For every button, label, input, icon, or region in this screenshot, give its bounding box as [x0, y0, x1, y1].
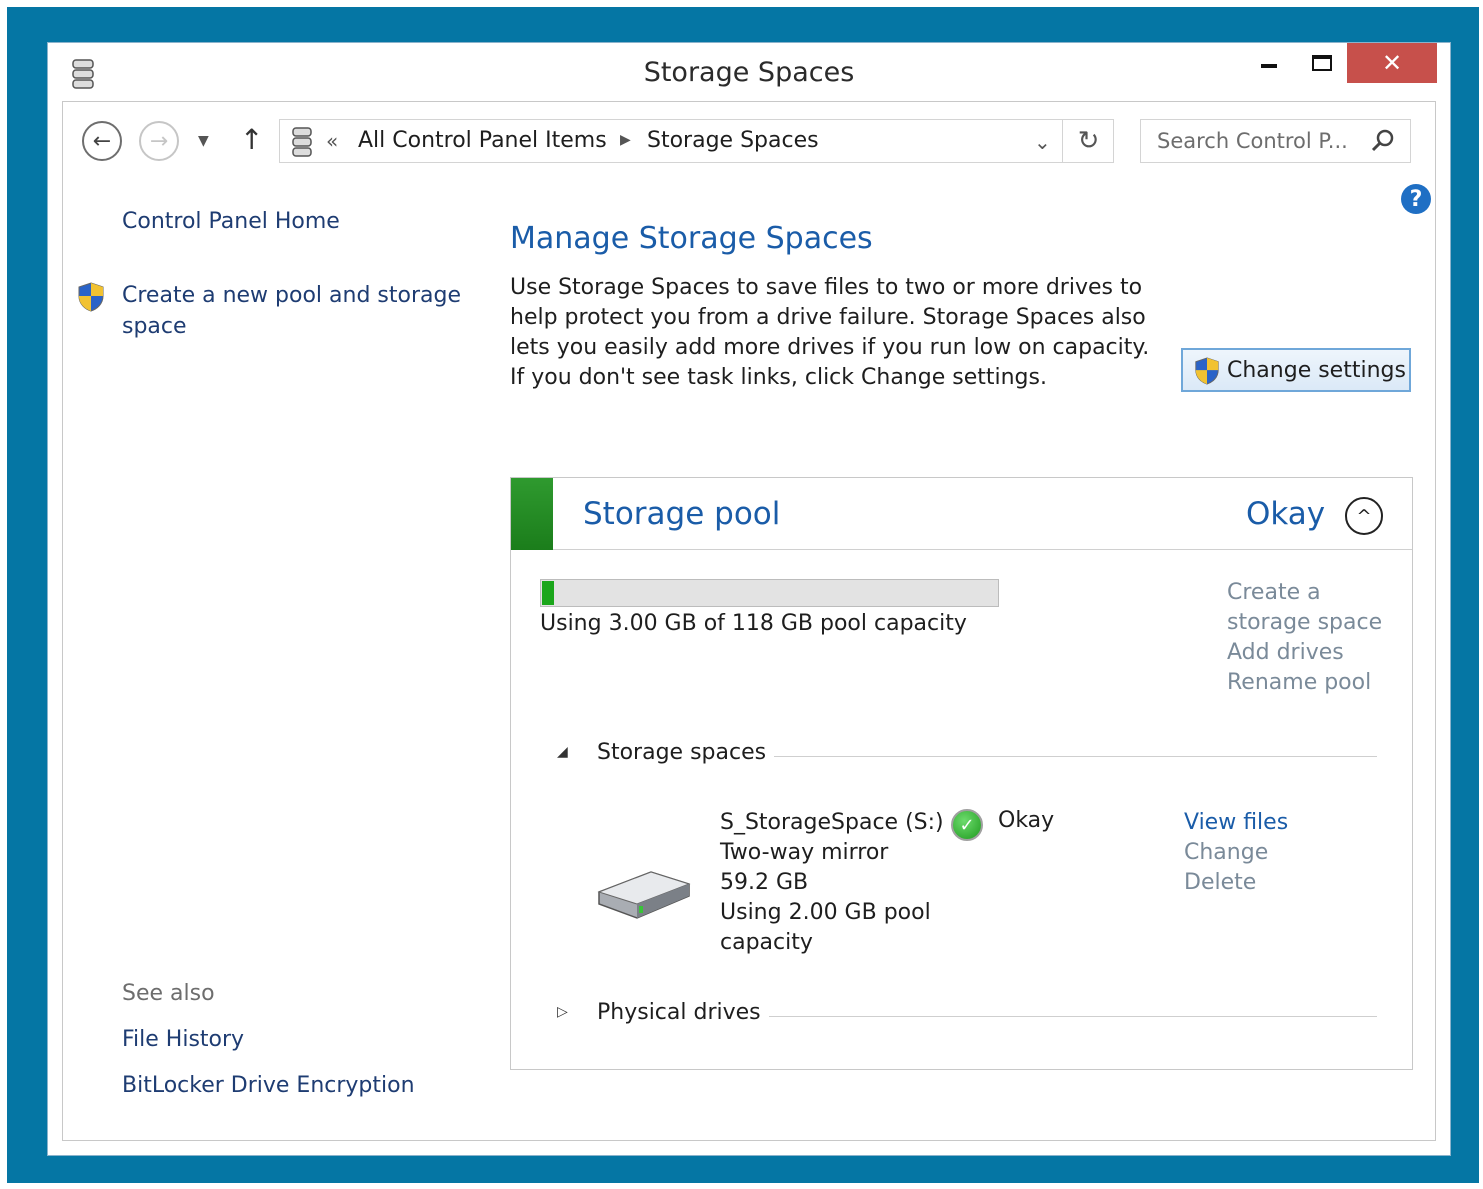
address-bar[interactable]: « All Control Panel Items ▶ Storage Spac… — [279, 119, 1114, 163]
storage-space-usage: Using 2.00 GB pool capacity — [720, 900, 931, 955]
close-button[interactable]: ✕ — [1347, 43, 1437, 83]
change-space-link[interactable]: Change — [1184, 838, 1288, 868]
close-icon: ✕ — [1381, 49, 1403, 77]
file-history-link[interactable]: File History — [122, 1027, 244, 1052]
storage-spaces-section[interactable]: ◢ Storage spaces — [557, 740, 1377, 770]
checkmark-icon: ✓ — [951, 809, 983, 841]
pool-actions: Create a storage space Add drives Rename… — [1227, 578, 1397, 698]
change-settings-button[interactable]: Change settings — [1181, 348, 1411, 392]
search-box[interactable]: Search Control P... — [1140, 119, 1411, 163]
forward-arrow-icon: → — [149, 128, 169, 154]
add-drives-link[interactable]: Add drives — [1227, 638, 1397, 668]
back-arrow-icon: ← — [92, 128, 112, 154]
pool-health-indicator — [511, 478, 553, 550]
uac-shield-icon — [1195, 357, 1219, 385]
storage-space-name: S_StorageSpace (S:) — [720, 810, 944, 835]
collapse-pool-button[interactable]: ^ — [1345, 497, 1383, 535]
recent-locations-dropdown[interactable]: ▼ — [198, 133, 209, 149]
forward-button[interactable]: → — [139, 121, 179, 161]
control-panel-home-link[interactable]: Control Panel Home — [122, 209, 340, 234]
maximize-icon — [1312, 55, 1332, 71]
search-input[interactable]: Search Control P... — [1157, 129, 1348, 153]
storage-space-details: S_StorageSpace (S:) Two-way mirror 59.2 … — [720, 808, 950, 958]
refresh-button[interactable]: ↻ — [1062, 120, 1114, 162]
physical-drives-section-label: Physical drives — [597, 1000, 769, 1025]
section-divider — [757, 1016, 1377, 1017]
create-storage-space-line2: storage space — [1227, 610, 1383, 635]
storage-spaces-window: Storage Spaces ✕ ← → ▼ ↑ « All Control P… — [47, 42, 1451, 1156]
storage-pool-panel: Storage pool Okay ^ Using 3.00 GB of 118… — [510, 477, 1413, 1070]
collapsed-triangle-icon[interactable]: ▷ — [557, 1004, 568, 1020]
window-title: Storage Spaces — [643, 57, 855, 88]
pool-capacity-text: Using 3.00 GB of 118 GB pool capacity — [540, 611, 967, 636]
page-title: Manage Storage Spaces — [510, 221, 873, 256]
back-button[interactable]: ← — [82, 121, 122, 161]
address-history-dropdown[interactable]: ⌄ — [1034, 130, 1051, 154]
uac-shield-icon — [78, 282, 104, 312]
storage-space-status: Okay — [998, 808, 1055, 833]
delete-space-link[interactable]: Delete — [1184, 868, 1288, 898]
bitlocker-link[interactable]: BitLocker Drive Encryption — [122, 1073, 415, 1098]
view-files-link[interactable]: View files — [1184, 808, 1288, 838]
minimize-icon — [1261, 64, 1277, 68]
change-settings-label: Change settings — [1227, 357, 1406, 383]
breadcrumb-overflow[interactable]: « — [326, 129, 338, 153]
create-pool-link[interactable]: Create a new pool and storage space — [122, 280, 462, 342]
storage-pool-title: Storage pool — [583, 496, 781, 532]
breadcrumb-separator-icon[interactable]: ▶ — [620, 132, 631, 148]
minimize-button[interactable] — [1244, 43, 1294, 83]
storage-spaces-section-label: Storage spaces — [597, 740, 775, 765]
storage-spaces-icon — [72, 59, 94, 89]
storage-spaces-icon — [292, 127, 312, 157]
storage-space-type: Two-way mirror — [720, 840, 889, 865]
pool-capacity-fill — [542, 581, 554, 605]
rename-pool-link[interactable]: Rename pool — [1227, 668, 1397, 698]
expanded-triangle-icon[interactable]: ◢ — [557, 744, 568, 760]
breadcrumb-storage-spaces[interactable]: Storage Spaces — [647, 128, 819, 153]
create-storage-space-link[interactable]: Create a storage space — [1227, 578, 1397, 638]
see-also-heading: See also — [122, 981, 215, 1006]
search-icon[interactable] — [1370, 128, 1396, 154]
storage-pool-status: Okay — [1246, 496, 1326, 532]
chevron-up-icon: ^ — [1356, 505, 1372, 527]
page-description: Use Storage Spaces to save files to two … — [510, 275, 1150, 390]
storage-pool-header: Storage pool Okay ^ — [511, 478, 1412, 550]
storage-space-actions: View files Change Delete — [1184, 808, 1288, 898]
maximize-button[interactable] — [1298, 43, 1346, 83]
pool-capacity-bar — [540, 579, 999, 607]
section-divider — [757, 756, 1377, 757]
up-button[interactable]: ↑ — [240, 123, 263, 156]
breadcrumb-all-control-panel-items[interactable]: All Control Panel Items — [358, 128, 607, 153]
physical-drives-section[interactable]: ▷ Physical drives — [557, 1000, 1377, 1030]
storage-space-size: 59.2 GB — [720, 870, 809, 895]
create-storage-space-line1: Create a — [1227, 580, 1321, 605]
hard-drive-icon — [597, 871, 691, 919]
help-icon[interactable]: ? — [1401, 184, 1431, 214]
